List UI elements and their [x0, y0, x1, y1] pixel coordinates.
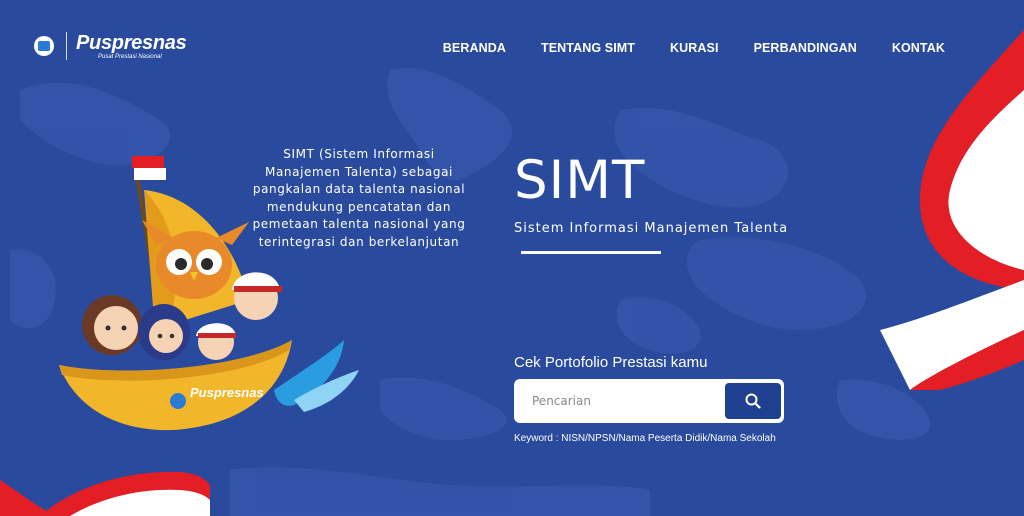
nav-tentang-simt[interactable]: TENTANG SIMT: [541, 41, 635, 55]
logo-wordmark: Puspresnas Pusat Prestasi Nasional: [76, 31, 187, 60]
tut-wuri-handayani-emblem-icon: [34, 36, 54, 56]
search-button[interactable]: [725, 383, 781, 419]
search-input[interactable]: [514, 379, 738, 423]
puspresnas-logo[interactable]: Puspresnas Pusat Prestasi Nasional: [34, 31, 187, 60]
boat-label: Puspresnas: [190, 385, 264, 400]
navbar: Puspresnas Pusat Prestasi Nasional BERAN…: [0, 0, 1024, 96]
nav-kontak[interactable]: KONTAK: [892, 41, 945, 55]
main-menu: BERANDA TENTANG SIMT KURASI PERBANDINGAN…: [443, 41, 945, 55]
logo-divider: [66, 32, 67, 60]
hero-description: SIMT (Sistem Informasi Manajemen Talenta…: [252, 147, 466, 249]
nav-beranda[interactable]: BERANDA: [443, 41, 506, 55]
search-keyword-hint: Keyword : NISN/NPSN/Nama Peserta Didik/N…: [514, 433, 776, 444]
nav-perbandingan[interactable]: PERBANDINGAN: [754, 41, 857, 55]
flag-ribbon-left: [0, 471, 210, 516]
search-icon: [745, 393, 761, 409]
logo-tagline: Pusat Prestasi Nasional: [98, 53, 162, 60]
search-box: [514, 379, 784, 423]
page-subtitle: Sistem Informasi Manajemen Talenta: [514, 221, 789, 236]
nav-kurasi[interactable]: KURASI: [670, 41, 719, 55]
page-title: SIMT: [514, 150, 646, 211]
title-underline: [521, 251, 661, 254]
logo-brand: Puspresnas: [76, 31, 187, 54]
search-label: Cek Portofolio Prestasi kamu: [514, 354, 708, 371]
